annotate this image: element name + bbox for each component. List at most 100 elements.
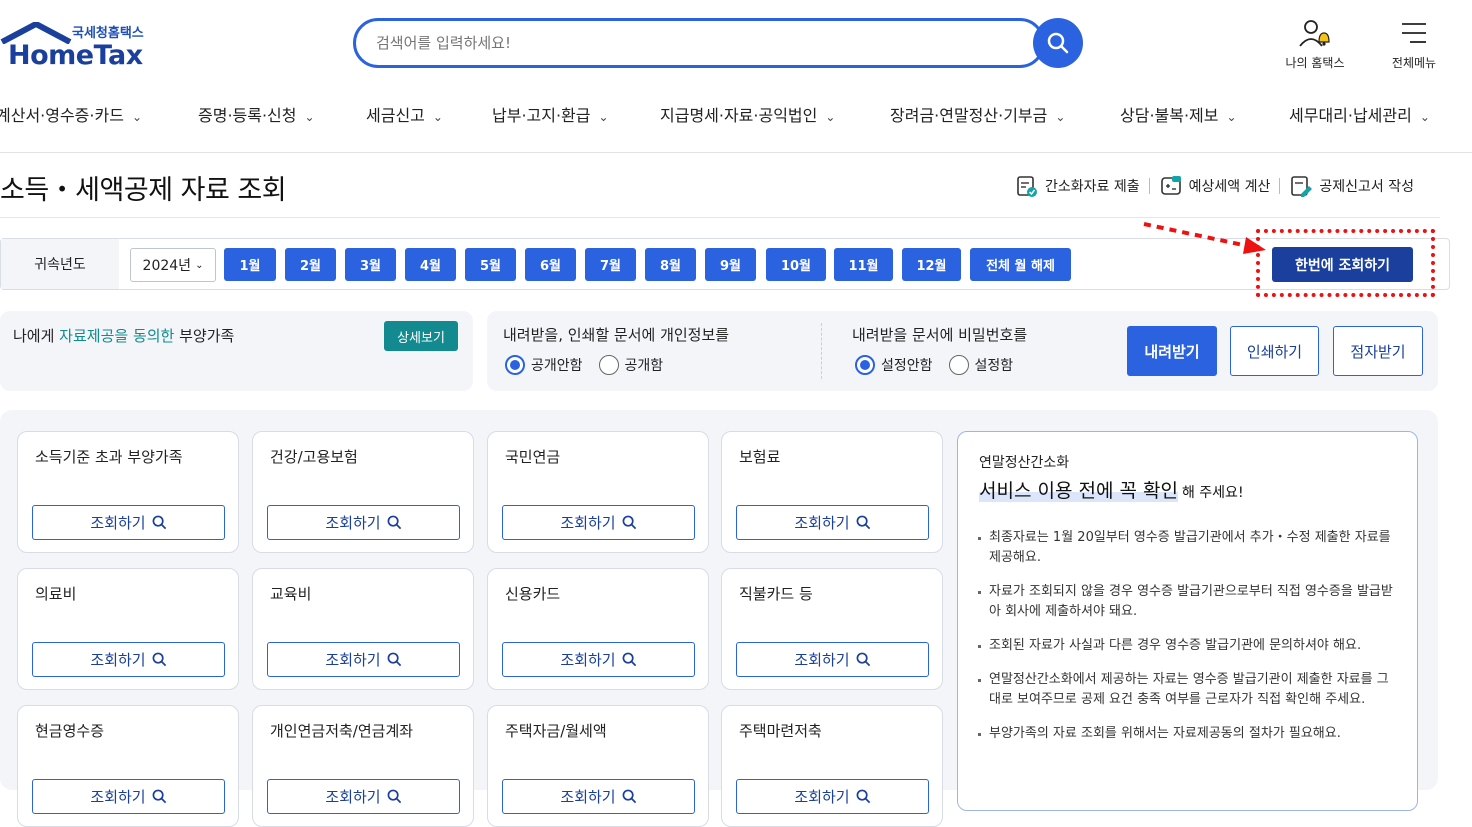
month-button-1[interactable]: 1월 [224, 248, 276, 281]
category-lookup-button[interactable]: 조회하기 [502, 505, 695, 540]
search-icon [152, 652, 166, 667]
category-lookup-button[interactable]: 조회하기 [502, 642, 695, 677]
notice-subtitle: 연말정산간소화 [979, 455, 1070, 471]
category-lookup-button[interactable]: 조회하기 [32, 779, 225, 814]
category-name: 주택마련저축 [739, 722, 822, 740]
search-input[interactable] [376, 32, 1016, 54]
detail-view-button[interactable]: 상세보기 [384, 321, 458, 351]
month-button-6[interactable]: 6월 [525, 248, 576, 281]
clear-all-months-button[interactable]: 전체 월 해제 [970, 248, 1071, 281]
user-bell-icon [1299, 20, 1330, 47]
radio-private[interactable] [505, 355, 525, 375]
radio-no-password[interactable] [855, 355, 875, 375]
quick-links: 간소화자료 제출 예상세액 계산 공제신고서 작성 [1015, 174, 1414, 198]
document-check-icon [1017, 176, 1037, 197]
chevron-down-icon: ⌄ [131, 110, 142, 124]
search-icon [387, 515, 401, 530]
print-button[interactable]: 인쇄하기 [1230, 326, 1319, 376]
consent-text: 나에게 자료제공을 동의한 부양가족 [13, 327, 235, 345]
notice-list: 최종자료는 1월 20일부터 영수증 발급기관에서 추가・수정 제출한 자료를 … [978, 528, 1398, 758]
logo-subtitle: 국세청홈택스 [72, 26, 144, 41]
simplified-data-submit-link[interactable]: 간소화자료 제출 [1015, 174, 1140, 198]
month-button-11[interactable]: 11월 [834, 248, 893, 281]
radio-public[interactable] [598, 355, 619, 375]
category-card: 교육비 조회하기 [252, 568, 474, 690]
month-button-8[interactable]: 8월 [645, 248, 696, 281]
chevron-down-icon: ⌄ [1419, 110, 1430, 124]
annotation-highlight-box [1256, 229, 1435, 297]
month-button-12[interactable]: 12월 [902, 248, 961, 281]
search-box[interactable] [353, 18, 1045, 68]
nav-item-payment[interactable]: 납부·고지·환급 ⌄ [492, 102, 609, 126]
logo-title: HomeTax [8, 40, 143, 71]
nav-item-consult[interactable]: 상담·불복·제보 ⌄ [1120, 102, 1237, 126]
nav-item-receipts[interactable]: 계산서·영수증·카드 ⌄ [0, 102, 142, 126]
all-menu-label: 전체메뉴 [1391, 56, 1437, 70]
notice-item: 조회된 자료가 사실과 다른 경우 영수증 발급기관에 문의하셔야 해요. [978, 636, 1398, 656]
all-menu-button[interactable]: 전체메뉴 [1382, 18, 1446, 71]
download-button[interactable]: 내려받기 [1127, 326, 1217, 376]
chevron-down-icon: ⌄ [825, 110, 836, 124]
category-name: 국민연금 [505, 448, 561, 466]
category-lookup-button[interactable]: 조회하기 [736, 505, 929, 540]
category-name: 건강/고용보험 [270, 448, 358, 466]
search-icon [856, 652, 870, 667]
year-select[interactable]: 2024년 ⌄ [130, 248, 216, 282]
category-lookup-button[interactable]: 조회하기 [736, 779, 929, 814]
category-lookup-button[interactable]: 조회하기 [32, 505, 225, 540]
estimated-tax-link[interactable]: 예상세액 계산 [1159, 174, 1270, 198]
nav-item-statements[interactable]: 지급명세·자료·공익법인 ⌄ [660, 102, 835, 126]
nav-item-tax-filing[interactable]: 세금신고 ⌄ [366, 102, 443, 126]
search-button[interactable] [1033, 18, 1083, 68]
nav-item-certificates[interactable]: 증명·등록·신청 ⌄ [198, 102, 315, 126]
search-icon [856, 789, 870, 804]
my-hometax-label: 나의 홈택스 [1285, 56, 1345, 70]
download-options-panel: 내려받을, 인쇄할 문서에 개인정보를 공개안함 공개함 내려받을 문서에 비밀… [487, 311, 1438, 391]
category-card: 건강/고용보험조회하기 [252, 431, 474, 553]
month-button-3[interactable]: 3월 [345, 248, 396, 281]
category-lookup-button[interactable]: 조회하기 [502, 779, 695, 814]
chevron-down-icon: ⌄ [195, 259, 204, 271]
search-icon [622, 515, 636, 530]
nav-item-year-end[interactable]: 장려금·연말정산·기부금 ⌄ [890, 102, 1065, 126]
month-button-2[interactable]: 2월 [285, 248, 336, 281]
search-icon [152, 515, 166, 530]
radio-set-password[interactable] [948, 355, 969, 375]
month-button-4[interactable]: 4월 [405, 248, 456, 281]
month-button-7[interactable]: 7월 [585, 248, 636, 281]
month-button-9[interactable]: 9월 [705, 248, 756, 281]
my-hometax-link[interactable]: 나의 홈택스 [1278, 18, 1352, 71]
main-nav: 계산서·영수증·카드 ⌄ 증명·등록·신청 ⌄ 세금신고 ⌄ 납부·고지·환급 ⌄ 지급… [0, 96, 1472, 130]
category-name: 주택자금/월세액 [505, 722, 607, 740]
category-card: 신용카드조회하기 [487, 568, 709, 690]
category-lookup-button[interactable]: 조회하기 [267, 642, 460, 677]
month-button-5[interactable]: 5월 [465, 248, 516, 281]
category-card: 소득기준 초과 부양가족조회하기 [17, 431, 239, 553]
chevron-down-icon: ⌄ [1226, 110, 1237, 124]
category-name: 소득기준 초과 부양가족 [35, 448, 183, 466]
deduction-form-link[interactable]: 공제신고서 작성 [1289, 174, 1414, 198]
notice-item: 최종자료는 1월 20일부터 영수증 발급기관에서 추가・수정 제출한 자료를 … [978, 528, 1398, 568]
category-card: 주택마련저축조회하기 [721, 705, 943, 827]
category-lookup-button[interactable]: 조회하기 [32, 642, 225, 677]
personal-info-title: 내려받을, 인쇄할 문서에 개인정보를 [503, 326, 730, 344]
category-lookup-button[interactable]: 조회하기 [736, 642, 929, 677]
search-icon [387, 652, 401, 667]
braille-button[interactable]: 점자받기 [1333, 326, 1423, 376]
calculator-icon [1160, 176, 1181, 195]
category-lookup-button[interactable]: 조회하기 [267, 779, 460, 814]
link-separator [1279, 178, 1281, 194]
nav-item-agent[interactable]: 세무대리·납세관리 ⌄ [1289, 102, 1430, 126]
month-button-10[interactable]: 10월 [766, 248, 826, 281]
category-name: 신용카드 [505, 585, 561, 603]
password-options: 설정안함 설정함 [855, 355, 1013, 375]
category-lookup-button[interactable]: 조회하기 [267, 505, 460, 540]
search-icon [856, 515, 870, 530]
nav-divider [0, 152, 1472, 153]
category-card: 현금영수증 조회하기 [17, 705, 239, 827]
hometax-logo[interactable]: 국세청홈택스 HomeTax [0, 18, 160, 72]
password-title: 내려받을 문서에 비밀번호를 [852, 326, 1028, 344]
notice-item: 부양가족의 자료 조회를 위해서는 자료제공동의 절차가 필요해요. [978, 724, 1398, 744]
search-icon [387, 789, 401, 804]
category-card: 국민연금조회하기 [487, 431, 709, 553]
